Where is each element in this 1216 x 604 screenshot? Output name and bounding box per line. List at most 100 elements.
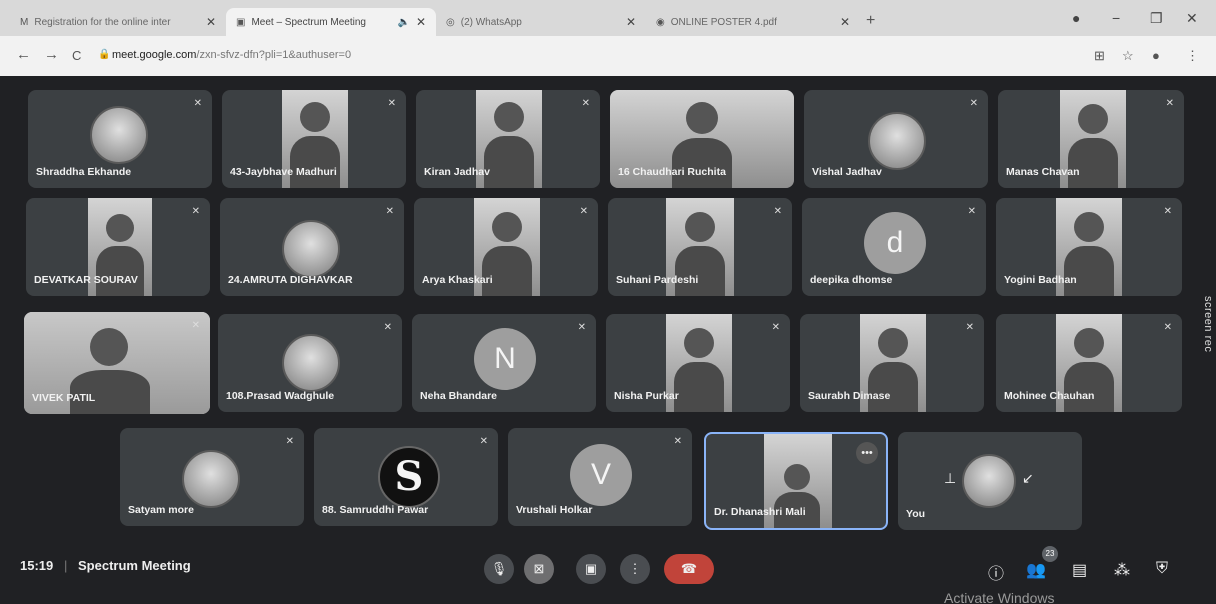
- participant-tile[interactable]: ✕ Manas Chavan: [998, 90, 1184, 188]
- participant-tile[interactable]: N ✕ Neha Bhandare: [412, 314, 596, 412]
- close-tab-icon[interactable]: ✕: [626, 15, 636, 29]
- participant-tile[interactable]: ✕ Saurabh Dimase: [800, 314, 984, 412]
- participant-avatar: [282, 334, 340, 392]
- participant-tile[interactable]: ✕ Arya Khaskari: [414, 198, 598, 296]
- present-button[interactable]: ▣: [576, 554, 606, 584]
- participant-tile[interactable]: ✕ 108.Prasad Wadghule: [218, 314, 402, 412]
- minimize-button[interactable]: −: [1112, 10, 1120, 26]
- forward-arrow-icon[interactable]: →: [44, 46, 59, 63]
- participant-initial: V: [570, 444, 632, 506]
- participant-avatar: [282, 220, 340, 278]
- back-arrow-icon[interactable]: ←: [16, 46, 31, 63]
- hangup-phone-icon: ☎: [680, 561, 698, 576]
- mic-off-icon: ✕: [1165, 98, 1174, 109]
- participant-tile[interactable]: d ✕ deepika dhomse: [802, 198, 986, 296]
- chrome-icon: ◉: [656, 16, 665, 28]
- tab-search-icon[interactable]: ●: [1072, 10, 1080, 26]
- participant-tile[interactable]: ✕ Yogini Badhan: [996, 198, 1182, 296]
- participant-name: Saurabh Dimase: [808, 390, 891, 402]
- close-tab-icon[interactable]: ✕: [416, 15, 426, 29]
- profile-avatar-icon[interactable]: ●: [1152, 48, 1160, 63]
- participant-name: Arya Khaskari: [422, 274, 493, 286]
- mic-off-icon: ✕: [387, 98, 396, 109]
- mic-off-icon: ✕: [385, 206, 394, 217]
- participant-tile[interactable]: ✕ Satyam more: [120, 428, 304, 526]
- participant-name: 43-Jaybhave Madhuri: [230, 166, 337, 178]
- close-window-button[interactable]: ✕: [1186, 10, 1198, 27]
- mic-off-icon: ✕: [1163, 206, 1172, 217]
- new-tab-button[interactable]: +: [866, 12, 875, 30]
- participant-name: Vrushali Holkar: [516, 504, 593, 516]
- url-field[interactable]: meet.google.com/zxn-sfvz-dfn?pli=1&authu…: [112, 49, 351, 61]
- camera-off-icon: ⊠: [533, 561, 545, 576]
- participant-tile[interactable]: ✕ VIVEK PATIL: [24, 312, 210, 414]
- microphone-button[interactable]: 🎙: [484, 554, 514, 584]
- participant-name: DEVATKAR SOURAV: [34, 274, 138, 286]
- gmail-icon: M: [20, 16, 29, 28]
- address-bar: ← → C 🔒 meet.google.com/zxn-sfvz-dfn?pli…: [0, 36, 1216, 76]
- host-controls-icon[interactable]: ⛨: [1156, 560, 1168, 578]
- participant-avatar: [182, 450, 240, 508]
- chat-icon[interactable]: ▤: [1072, 560, 1087, 580]
- mic-off-icon: ✕: [673, 436, 682, 447]
- participant-tile[interactable]: 16 Chaudhari Ruchita: [610, 90, 794, 188]
- participant-avatar: [962, 454, 1016, 508]
- mic-off-icon: ✕: [383, 322, 392, 333]
- participant-name: Kiran Jadhav: [424, 166, 490, 178]
- screen-rec-watermark: screen rec: [1202, 296, 1214, 353]
- more-options-button[interactable]: ⋮: [620, 554, 650, 584]
- participant-tile[interactable]: ✕ Nisha Purkar: [606, 314, 790, 412]
- tab-whatsapp[interactable]: ◎ (2) WhatsApp ✕: [436, 8, 646, 36]
- participant-tile[interactable]: ✕ Suhani Pardeshi: [608, 198, 792, 296]
- reload-icon[interactable]: C: [72, 48, 81, 63]
- participant-tile[interactable]: ✕ 43-Jaybhave Madhuri: [222, 90, 406, 188]
- participant-tile[interactable]: ••• Dr. Dhanashri Mali: [704, 432, 888, 530]
- participant-initial: d: [864, 212, 926, 274]
- participant-tile[interactable]: ✕ Vishal Jadhav: [804, 90, 988, 188]
- meeting-info-icon[interactable]: ⓘ: [988, 560, 1004, 584]
- restore-button[interactable]: ❐: [1150, 10, 1163, 27]
- meet-stage: ✕ Shraddha Ekhande ✕ 43-Jaybhave Madhuri…: [0, 76, 1216, 604]
- participant-tile[interactable]: S ✕ 88. Samruddhi Pawar: [314, 428, 498, 526]
- translate-icon[interactable]: ⊞: [1094, 48, 1105, 64]
- activities-icon[interactable]: ⁂: [1114, 560, 1130, 580]
- speaker-icon[interactable]: 🔈: [397, 17, 409, 28]
- url-path: /zxn-sfvz-dfn?pli=1&authuser=0: [196, 49, 352, 61]
- menu-kebab-icon[interactable]: ⋮: [1186, 48, 1199, 64]
- kebab-menu-icon: ⋮: [628, 561, 642, 576]
- people-icon[interactable]: 👥: [1026, 560, 1046, 580]
- participant-name: 88. Samruddhi Pawar: [322, 504, 429, 516]
- tab-registration[interactable]: M Registration for the online inter ✕: [10, 8, 226, 36]
- participant-name: 108.Prasad Wadghule: [226, 390, 335, 402]
- tab-title: ONLINE POSTER 4.pdf: [670, 16, 777, 28]
- participant-tile-self[interactable]: ⊥ ↙ You: [898, 432, 1082, 530]
- participant-tile[interactable]: ✕ DEVATKAR SOURAV: [26, 198, 210, 296]
- mic-off-icon: ✕: [577, 322, 586, 333]
- more-options-icon[interactable]: •••: [856, 442, 878, 464]
- participant-tile[interactable]: ✕ Mohinee Chauhan: [996, 314, 1182, 412]
- bookmark-star-icon[interactable]: ☆: [1122, 48, 1134, 64]
- leave-call-button[interactable]: ☎: [664, 554, 714, 584]
- camera-off-button[interactable]: ⊠: [524, 554, 554, 584]
- mic-off-icon: ✕: [193, 98, 202, 109]
- tab-poster-pdf[interactable]: ◉ ONLINE POSTER 4.pdf ✕: [646, 8, 860, 36]
- participant-name: Shraddha Ekhande: [36, 166, 132, 178]
- participant-avatar: [868, 112, 926, 170]
- participant-tile[interactable]: V ✕ Vrushali Holkar: [508, 428, 692, 526]
- minimize-self-icon[interactable]: ↙: [1022, 470, 1034, 487]
- mic-off-icon: ✕: [581, 98, 590, 109]
- present-screen-icon: ▣: [584, 561, 598, 576]
- participant-name: Yogini Badhan: [1004, 274, 1077, 286]
- tab-meet[interactable]: ▣ Meet – Spectrum Meeting 🔈 ✕: [226, 8, 436, 36]
- participant-initial: S: [378, 446, 440, 508]
- meeting-time: 15:19: [20, 558, 54, 573]
- participant-tile[interactable]: ✕ Kiran Jadhav: [416, 90, 600, 188]
- close-tab-icon[interactable]: ✕: [206, 15, 216, 29]
- participant-tile[interactable]: ✕ 24.AMRUTA DIGHAVKAR: [220, 198, 404, 296]
- participant-name: You: [906, 508, 926, 520]
- close-tab-icon[interactable]: ✕: [840, 15, 850, 29]
- meeting-title: Spectrum Meeting: [78, 558, 191, 573]
- pin-icon[interactable]: ⊥: [944, 470, 956, 487]
- mic-off-icon: ✕: [1163, 322, 1172, 333]
- participant-tile[interactable]: ✕ Shraddha Ekhande: [28, 90, 212, 188]
